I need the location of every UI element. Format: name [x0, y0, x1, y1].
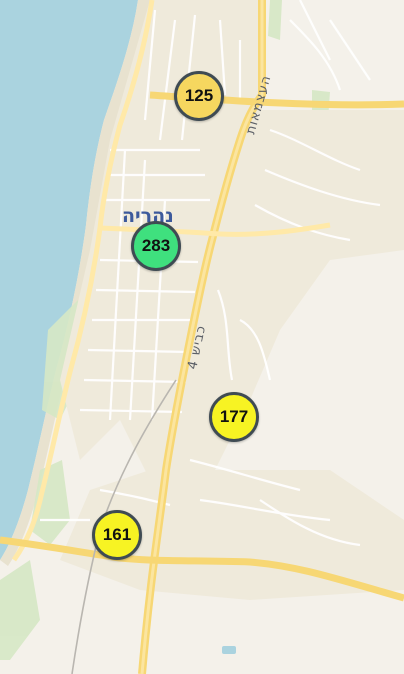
- pond: [222, 646, 236, 654]
- aqi-marker-283[interactable]: 283: [131, 221, 181, 271]
- aqi-marker-value: 125: [184, 86, 214, 105]
- aqi-marker-177[interactable]: 177: [209, 392, 259, 442]
- aqi-marker-161[interactable]: 161: [92, 510, 142, 560]
- aqi-marker-value: 161: [102, 525, 132, 544]
- aqi-marker-value: 283: [141, 236, 171, 255]
- aqi-marker-value: 177: [219, 407, 249, 426]
- aqi-marker-125[interactable]: 125: [174, 71, 224, 121]
